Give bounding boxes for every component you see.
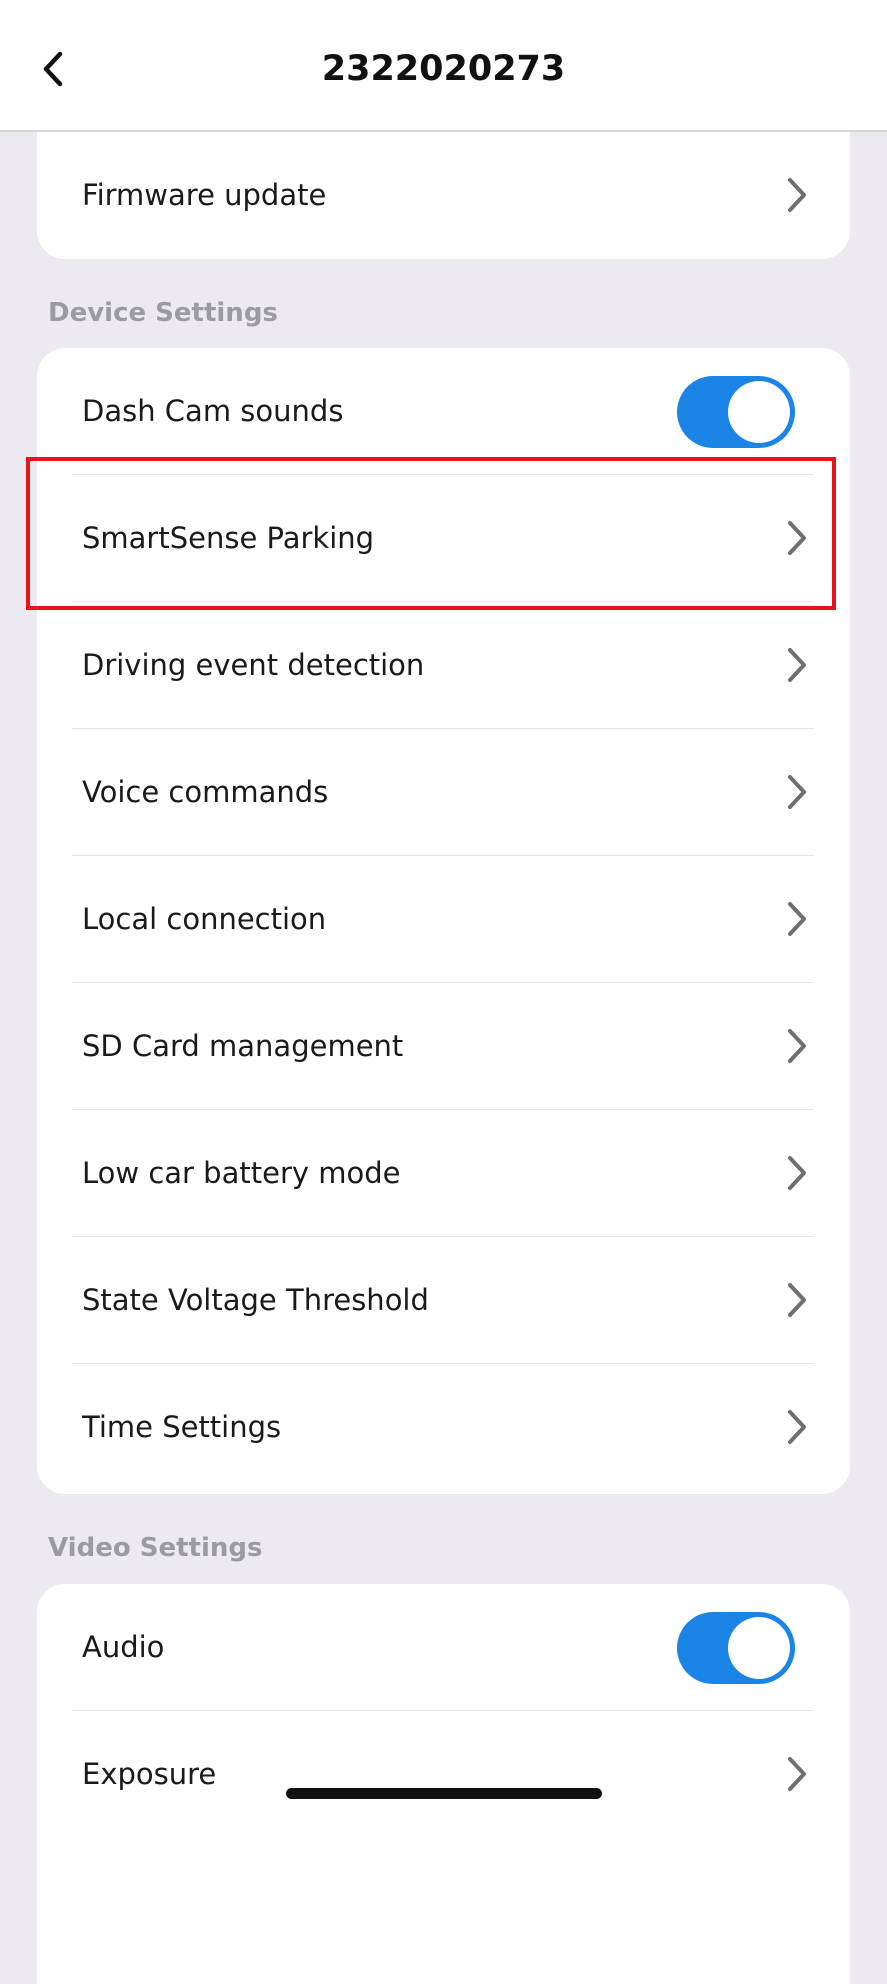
- sd-card-management-label: SD Card management: [82, 1029, 404, 1063]
- firmware-update-row[interactable]: Firmware update: [37, 132, 850, 259]
- smartsense-parking-row[interactable]: SmartSense Parking: [37, 475, 850, 602]
- low-car-battery-mode-label: Low car battery mode: [82, 1156, 401, 1190]
- video-settings-card: Audio Exposure: [37, 1584, 850, 1984]
- audio-row: Audio: [37, 1584, 850, 1711]
- toggle-knob: [728, 381, 790, 443]
- chevron-right-icon: [788, 1156, 806, 1190]
- top-bar: 2322020273: [0, 0, 887, 132]
- page-title: 2322020273: [321, 49, 566, 89]
- chevron-right-icon: [788, 648, 806, 682]
- toggle-knob: [728, 1617, 790, 1679]
- state-voltage-threshold-row[interactable]: State Voltage Threshold: [37, 1237, 850, 1364]
- time-settings-label: Time Settings: [82, 1410, 282, 1444]
- chevron-right-icon: [788, 1410, 806, 1444]
- sd-card-management-row[interactable]: SD Card management: [37, 983, 850, 1110]
- local-connection-row[interactable]: Local connection: [37, 856, 850, 983]
- driving-event-detection-row[interactable]: Driving event detection: [37, 602, 850, 729]
- time-settings-row[interactable]: Time Settings: [37, 1364, 850, 1491]
- chevron-right-icon: [788, 178, 806, 212]
- chevron-right-icon: [788, 521, 806, 555]
- video-settings-heading: Video Settings: [48, 1533, 263, 1563]
- local-connection-label: Local connection: [82, 902, 327, 936]
- chevron-right-icon: [788, 775, 806, 809]
- voice-commands-row[interactable]: Voice commands: [37, 729, 850, 856]
- driving-event-detection-label: Driving event detection: [82, 648, 425, 682]
- device-settings-heading: Device Settings: [48, 298, 278, 328]
- chevron-right-icon: [788, 1029, 806, 1063]
- audio-toggle[interactable]: [677, 1612, 795, 1684]
- state-voltage-threshold-label: State Voltage Threshold: [82, 1283, 429, 1317]
- dash-cam-sounds-toggle[interactable]: [677, 376, 795, 448]
- firmware-update-label: Firmware update: [82, 178, 327, 212]
- low-car-battery-mode-row[interactable]: Low car battery mode: [37, 1110, 850, 1237]
- device-settings-card: Dash Cam sounds SmartSense Parking Drivi…: [37, 348, 850, 1494]
- chevron-right-icon: [788, 1757, 806, 1791]
- home-indicator: [286, 1788, 602, 1799]
- exposure-row[interactable]: Exposure: [37, 1711, 850, 1838]
- dash-cam-sounds-row: Dash Cam sounds: [37, 348, 850, 475]
- chevron-right-icon: [788, 902, 806, 936]
- exposure-label: Exposure: [82, 1757, 217, 1791]
- voice-commands-label: Voice commands: [82, 775, 329, 809]
- dash-cam-sounds-label: Dash Cam sounds: [82, 394, 344, 428]
- chevron-right-icon: [788, 1283, 806, 1317]
- smartsense-parking-label: SmartSense Parking: [82, 521, 375, 555]
- audio-label: Audio: [82, 1630, 165, 1664]
